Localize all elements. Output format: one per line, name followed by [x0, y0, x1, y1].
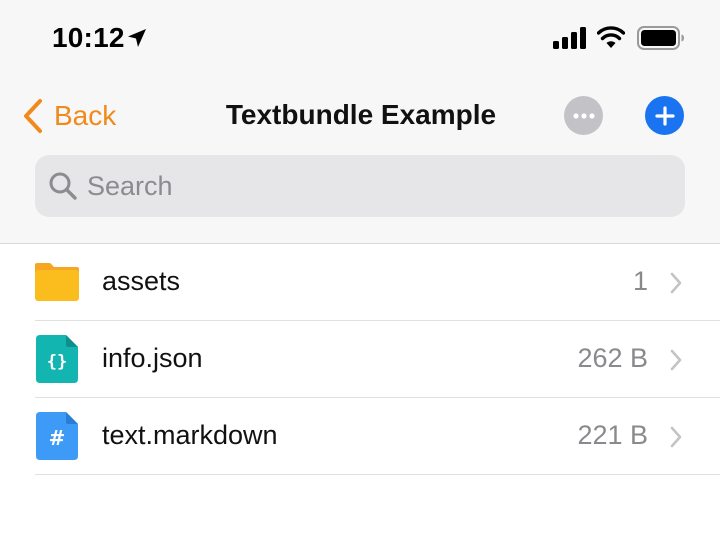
file-row-info-json[interactable]: {} info.json 262 B	[0, 321, 720, 398]
location-arrow-icon	[128, 29, 146, 47]
folder-icon	[35, 263, 79, 301]
file-size: 262 B	[577, 343, 648, 373]
back-button[interactable]: Back	[22, 96, 116, 136]
page-title-text: Textbundle Example	[225, 99, 497, 130]
chevron-right-icon	[670, 426, 682, 448]
chevron-right-icon	[670, 272, 682, 294]
add-button[interactable]	[645, 96, 684, 135]
file-name: text.markdown	[102, 420, 278, 450]
battery-icon	[637, 26, 684, 50]
markdown-file-icon: #	[36, 412, 78, 460]
ellipsis-icon	[572, 112, 595, 119]
chevron-right-icon	[670, 349, 682, 371]
svg-text:{}: {}	[47, 352, 67, 372]
navigation-bar: Back Textbundle Example	[0, 88, 720, 144]
file-item-count: 1	[632, 266, 648, 296]
back-button-label: Back	[54, 100, 117, 131]
status-bar: 10:12	[0, 0, 720, 80]
wifi-icon	[597, 26, 625, 48]
header-area: 10:12 Back Textbundle Example	[0, 0, 720, 244]
svg-text:#: #	[49, 426, 66, 450]
plus-icon	[654, 105, 675, 126]
more-options-button[interactable]	[564, 96, 603, 135]
search-icon	[49, 172, 77, 200]
file-row-assets[interactable]: assets 1	[0, 244, 720, 321]
file-name: info.json	[102, 343, 203, 373]
status-time: 10:12	[52, 22, 125, 53]
chevron-left-icon	[24, 99, 42, 133]
json-file-icon: {}	[36, 335, 78, 383]
file-list: assets 1 {} info.json 262 B # text.markd…	[0, 244, 720, 475]
file-name: assets	[102, 266, 181, 296]
cellular-signal-icon	[553, 27, 586, 49]
file-row-text-markdown[interactable]: # text.markdown 221 B	[0, 398, 720, 475]
search-input[interactable]	[87, 155, 667, 217]
file-size: 221 B	[577, 420, 648, 450]
search-field[interactable]	[35, 155, 685, 217]
